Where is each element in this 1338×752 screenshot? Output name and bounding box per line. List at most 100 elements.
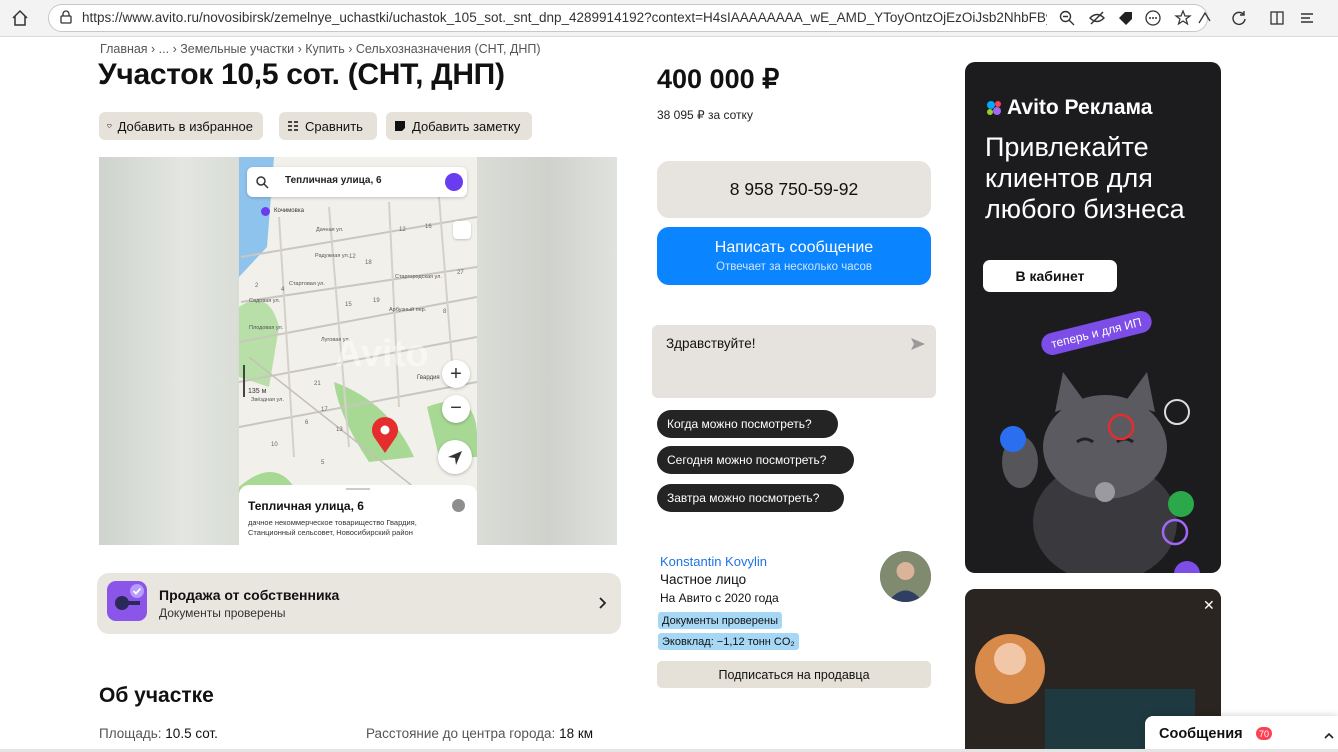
send-icon[interactable] (910, 337, 926, 351)
chat-input[interactable]: Здравствуйте! (652, 325, 936, 398)
photo-gallery[interactable]: Тепличная улица, 6 Кочимовка Дачная ул. … (99, 157, 617, 545)
layers-icon (453, 221, 471, 239)
ad-headline: Привлекайте клиентов для любого бизнеса (985, 132, 1185, 224)
map-house-number: 6 (305, 420, 309, 426)
note-icon (395, 121, 405, 131)
map-search-bar: Тепличная улица, 6 (247, 167, 467, 197)
gallery-blur-left (99, 157, 239, 545)
map-house-number: 12 (399, 227, 406, 233)
extension-icon[interactable] (1116, 9, 1134, 27)
collections-icon[interactable] (1298, 9, 1316, 27)
ad-logo: Avito Реклама (985, 96, 1152, 120)
map-house-number: 12 (349, 254, 356, 260)
quick-question-button[interactable]: Завтра можно посмотреть? (657, 484, 844, 512)
docs-verified-badge: Документы проверены (658, 612, 783, 629)
ad-banner[interactable]: Avito Реклама Привлекайте клиентов для л… (965, 62, 1221, 573)
home-icon[interactable] (10, 8, 30, 28)
favorite-star-icon[interactable] (1174, 9, 1192, 27)
map-zoom-out-icon: − (442, 395, 470, 423)
chevron-right-icon (597, 593, 609, 613)
param-distance-label: Расстояние до центра города: (366, 726, 556, 741)
map-district: Кочимовка (274, 208, 304, 214)
place-card-handle (346, 488, 370, 490)
map-street-label: Арбузный пер. (389, 307, 427, 313)
messages-label: Сообщения (1159, 726, 1243, 742)
map-street-label: Старгородская ул. (395, 274, 442, 280)
chevron-up-icon[interactable] (1323, 728, 1335, 739)
write-message-button[interactable]: Написать сообщение Отвечает за несколько… (657, 227, 931, 285)
avito-dots-icon (985, 98, 1003, 115)
map-watermark: Avito (335, 333, 429, 375)
param-area: Площадь: 10.5 сот. (99, 726, 218, 741)
compare-button[interactable]: Сравнить (279, 112, 377, 140)
place-card-title: Тепличная улица, 6 (248, 499, 364, 513)
alice-icon (445, 173, 463, 191)
map-location-icon (438, 440, 472, 474)
close-icon[interactable]: ✕ (1203, 597, 1215, 614)
map-house-number: 15 (345, 302, 352, 308)
map-zoom-in-icon: + (442, 360, 470, 388)
map-house-number: 8 (443, 309, 447, 315)
map-place-card: Тепличная улица, 6 дачное некоммерческое… (239, 485, 477, 545)
cat-figure (985, 342, 1215, 573)
param-distance-value: 18 км (559, 726, 594, 741)
messages-count-badge: 70 (1256, 727, 1272, 740)
map-house-number: 27 (457, 270, 464, 276)
about-heading: Об участке (99, 684, 214, 707)
split-screen-icon[interactable] (1268, 9, 1286, 27)
map-street-label: Радужная ул. (315, 253, 350, 259)
map-screenshot: Тепличная улица, 6 Кочимовка Дачная ул. … (239, 157, 477, 545)
price: 400 000 ₽ (657, 64, 780, 94)
map-street-label: Стартовая ул. (289, 281, 325, 287)
page-title: Участок 10,5 сот. (СНТ, ДНП) (98, 58, 505, 91)
messages-widget[interactable]: Сообщения 70 (1145, 716, 1338, 752)
compare-icon (288, 121, 298, 131)
quick-question-button[interactable]: Сегодня можно посмотреть? (657, 446, 854, 474)
owner-sale-card[interactable]: Продажа от собственника Документы провер… (97, 573, 621, 634)
url-text[interactable]: https://www.avito.ru/novosibirsk/zemelny… (82, 10, 1047, 25)
map-house-number: 21 (314, 381, 321, 387)
map-street-label: Звёздная ул. (251, 397, 284, 403)
map-house-number: 18 (365, 260, 372, 266)
map-street-label: Садовая ул. (249, 298, 281, 304)
breadcrumb[interactable]: Главная › ... › Земельные участки › Купи… (100, 42, 541, 56)
district-marker-icon (261, 207, 270, 216)
add-to-favorites-label: Добавить в избранное (117, 118, 253, 134)
compare-label: Сравнить (305, 118, 363, 134)
param-area-label: Площадь: (99, 726, 162, 741)
zoom-out-icon[interactable] (1058, 9, 1076, 27)
lock-icon[interactable] (58, 9, 74, 25)
seller-since: На Авито с 2020 года (660, 591, 779, 605)
owner-sale-title: Продажа от собственника (159, 587, 340, 603)
seller-type: Частное лицо (660, 572, 747, 587)
map-house-number: 4 (281, 287, 285, 293)
map-street-label: Дачная ул. (316, 227, 344, 233)
map-scale-label: 135 м (248, 388, 267, 395)
place-card-desc: дачное некоммерческое товарищество Гвард… (248, 518, 417, 537)
search-icon (256, 176, 269, 189)
ad-logo-text: Avito Реклама (1007, 96, 1153, 119)
ad-cabinet-button[interactable]: В кабинет (983, 260, 1117, 292)
quick-question-button[interactable]: Когда можно посмотреть? (657, 410, 838, 438)
place-card-close-icon (452, 499, 465, 512)
map-pin-icon (370, 417, 400, 460)
add-note-label: Добавить заметку (412, 118, 521, 134)
eco-contribution-badge[interactable]: Эковклад: −1,12 тонн CO₂ (658, 633, 799, 650)
subscribe-seller-button[interactable]: Подписаться на продавца (657, 661, 931, 688)
map-house-number: 13 (336, 427, 343, 433)
show-phone-button[interactable]: 8 958 750-59-92 (657, 161, 931, 218)
seller-name-link[interactable]: Konstantin Kovylin (660, 554, 767, 569)
more-icon[interactable] (1144, 9, 1162, 27)
heart-icon (107, 123, 112, 129)
refresh-icon[interactable] (1230, 9, 1248, 27)
map-house-number: 2 (255, 283, 259, 289)
param-area-value: 10.5 сот. (165, 726, 218, 741)
chat-input-text: Здравствуйте! (666, 336, 756, 351)
param-distance: Расстояние до центра города: 18 км (366, 726, 593, 741)
map-search-value: Тепличная улица, 6 (285, 175, 382, 186)
read-aloud-icon[interactable] (1196, 9, 1214, 27)
seller-avatar[interactable] (880, 551, 931, 602)
add-note-button[interactable]: Добавить заметку (386, 112, 532, 140)
add-to-favorites-button[interactable]: Добавить в избранное (99, 112, 263, 140)
tracking-prevention-icon[interactable] (1088, 9, 1106, 27)
